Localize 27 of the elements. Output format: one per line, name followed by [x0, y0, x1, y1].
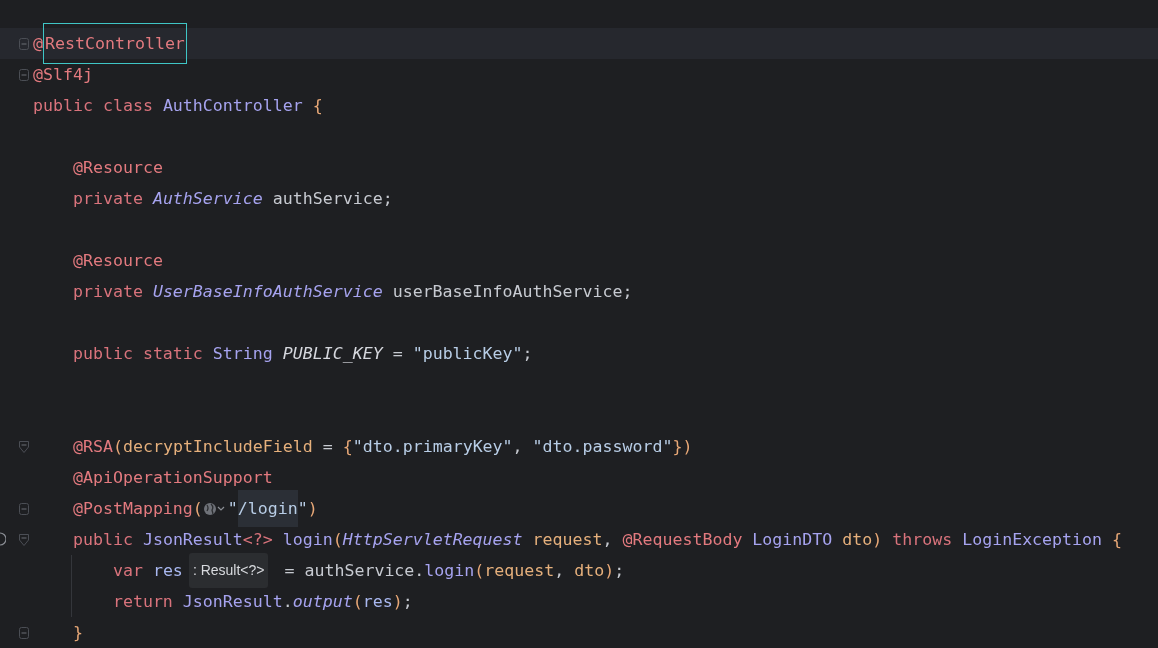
- code-text: @: [33, 33, 43, 55]
- code-text: "): [297, 498, 318, 520]
- code-text: @Resource: [71, 157, 163, 179]
- code-text: private UserBaseInfoAuthService userBaseInfoAuthService;: [71, 281, 633, 303]
- code-text: public static String PUBLIC_KEY = "publicKey";: [71, 343, 533, 365]
- code-text: var res: [111, 560, 183, 582]
- code-text: @RSA(decryptIncludeField = {"dto.primaryKey", "dto.password"}): [71, 436, 693, 458]
- fold-icon[interactable]: [19, 68, 29, 81]
- inlay-hint: : Result<?>: [188, 553, 269, 588]
- code-text: ": [227, 498, 238, 520]
- code-text: @Slf4j: [33, 64, 93, 86]
- code-text: return JsonResult.output(res);: [111, 591, 413, 613]
- code-text: public JsonResult<?> login(HttpServletRequest request, @RequestBody LoginDTO dto) throws LoginException {: [71, 529, 1123, 551]
- code-text: @PostMapping(: [71, 498, 203, 520]
- fold-icon[interactable]: [19, 502, 29, 515]
- code-text: private AuthService authService;: [71, 188, 393, 210]
- fold-icon[interactable]: [19, 440, 29, 453]
- fold-icon[interactable]: [19, 626, 29, 639]
- selected-annotation: RestController: [43, 23, 187, 64]
- code-text: @ApiOperationSupport: [71, 467, 273, 489]
- code-text: = authService.login(request, dto);: [283, 560, 625, 582]
- code-text: public class AuthController {: [33, 95, 323, 117]
- fold-icon[interactable]: [19, 37, 29, 50]
- code-text: @Resource: [71, 250, 163, 272]
- fold-icon[interactable]: [19, 533, 29, 546]
- url-text[interactable]: /login: [237, 490, 298, 527]
- code-text: }: [71, 622, 83, 644]
